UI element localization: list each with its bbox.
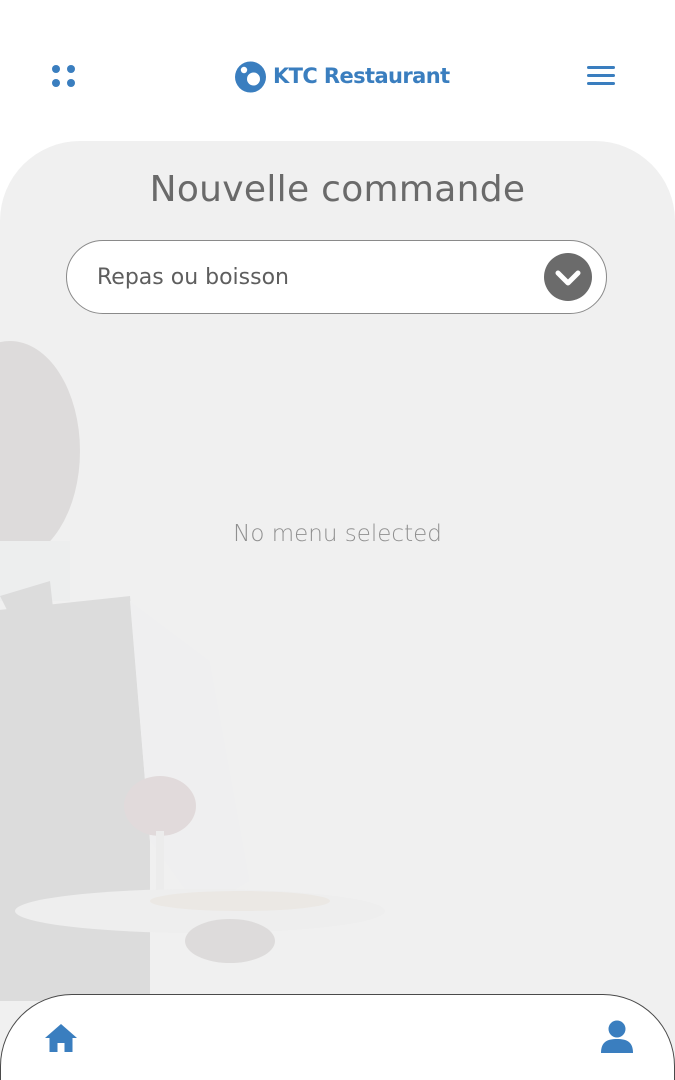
chevron-down-icon[interactable] [544,253,592,301]
app-screen: KTC Restaurant Nouvelle commande Repas o… [0,0,675,1080]
brand-logo: KTC Restaurant [234,58,450,94]
user-glyph [601,1020,633,1053]
menu-line [587,66,615,69]
bottom-navigation [0,994,675,1080]
user-icon[interactable] [599,1019,635,1055]
grid-dot [52,79,60,87]
grid-dot [67,65,75,73]
top-bar: KTC Restaurant [0,0,675,140]
chevron-down-glyph [555,270,581,286]
hamburger-menu-icon[interactable] [584,63,618,89]
order-panel: Nouvelle commande Repas ou boisson No me… [0,141,675,1080]
menu-line [587,82,615,85]
menu-line [587,74,615,77]
brand-name: KTC Restaurant [273,64,450,88]
grid-dots-icon[interactable] [44,58,82,96]
meal-or-drink-select[interactable]: Repas ou boisson [66,240,607,314]
home-glyph [45,1024,77,1052]
grid-dot [52,65,60,73]
page-title: Nouvelle commande [149,169,526,210]
brand-logo-icon [235,61,266,92]
select-value: Repas ou boisson [97,265,289,290]
empty-state-message: No menu selected [233,521,442,547]
home-icon[interactable] [43,1021,79,1055]
grid-dot [67,79,75,87]
